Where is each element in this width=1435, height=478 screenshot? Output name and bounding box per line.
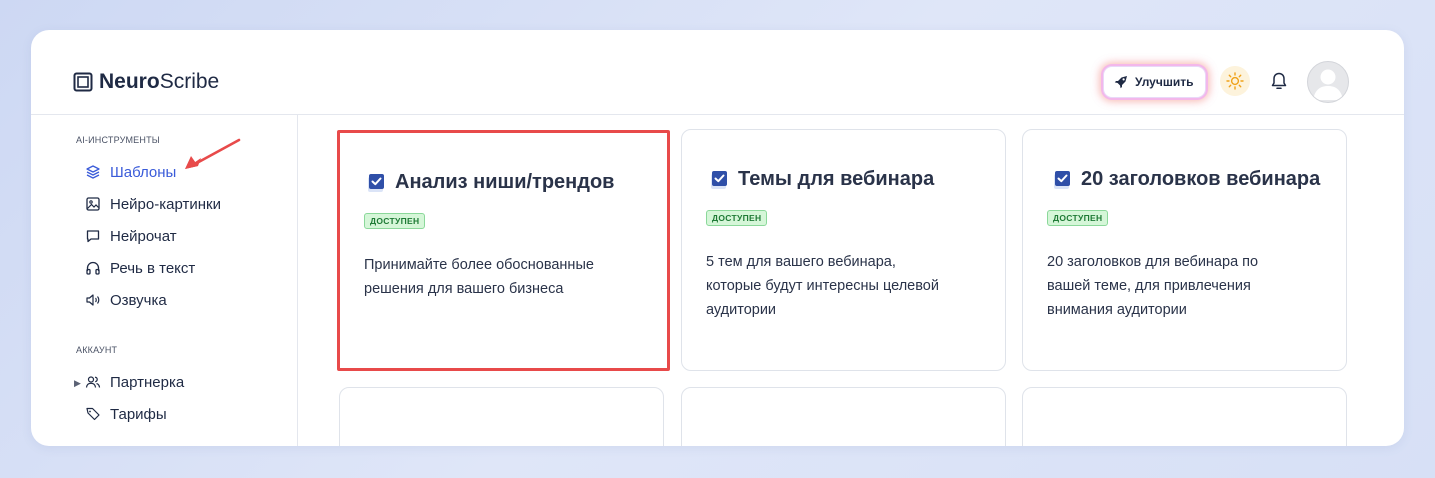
sidebar-item-tariffs[interactable]: Тарифы bbox=[85, 402, 167, 426]
card-title: Темы для вебинара bbox=[710, 168, 934, 191]
card-title-text: Темы для вебинара bbox=[738, 168, 935, 190]
card-title: Анализ ниши/трендов bbox=[367, 171, 614, 194]
tag-icon bbox=[86, 407, 100, 421]
rocket-icon bbox=[1114, 76, 1127, 89]
sidebar-item-label: Нейрочат bbox=[110, 227, 177, 245]
chat-icon bbox=[86, 230, 100, 243]
avatar-placeholder-icon bbox=[1313, 69, 1343, 100]
bell-icon bbox=[1271, 72, 1287, 89]
template-card-partial[interactable] bbox=[1022, 387, 1347, 446]
theme-toggle-button[interactable] bbox=[1220, 66, 1250, 96]
headphones-icon bbox=[86, 261, 100, 275]
image-icon bbox=[86, 197, 100, 211]
upgrade-button[interactable]: Улучшить bbox=[1103, 66, 1207, 98]
annotation-arrow-icon bbox=[185, 138, 241, 169]
sidebar-section-title-account: АККАУНТ bbox=[76, 345, 118, 355]
template-card-webinar-headlines[interactable]: 20 заголовков вебинара ДОСТУПЕН 20 загол… bbox=[1022, 129, 1347, 371]
upgrade-label: Улучшить bbox=[1135, 75, 1194, 89]
card-description-line: Принимайте более обоснованные bbox=[364, 257, 594, 273]
users-icon bbox=[85, 376, 101, 388]
card-description: Принимайте более обоснованные решения дл… bbox=[364, 253, 639, 301]
sidebar-section-title-ai-tools: AI-ИНСТРУМЕНТЫ bbox=[76, 135, 160, 145]
template-card-niche-analysis[interactable]: Анализ ниши/трендов ДОСТУПЕН Принимайте … bbox=[337, 130, 670, 371]
sidebar-item-label: Нейро-картинки bbox=[110, 195, 221, 213]
card-description-line: 20 заголовков для вебинара по bbox=[1047, 254, 1259, 270]
sidebar-item-label: Озвучка bbox=[110, 291, 167, 309]
card-description-line: вашей теме, для привлечения bbox=[1047, 278, 1251, 294]
logo-icon bbox=[73, 72, 93, 92]
layers-icon bbox=[86, 165, 100, 179]
template-card-partial[interactable] bbox=[681, 387, 1006, 446]
sidebar-item-label: Речь в текст bbox=[110, 259, 196, 277]
status-badge: ДОСТУПЕН bbox=[364, 213, 426, 229]
card-description-line: решения для вашего бизнеса bbox=[364, 281, 564, 297]
sidebar-item-templates[interactable]: Шаблоны bbox=[85, 160, 176, 184]
brand-logo[interactable]: Neuro Scribe bbox=[73, 70, 219, 94]
sidebar-item-neurochat[interactable]: Нейрочат bbox=[85, 224, 177, 248]
checkbox-icon bbox=[368, 173, 384, 192]
checkbox-icon bbox=[711, 170, 727, 189]
notifications-button[interactable] bbox=[1266, 68, 1292, 94]
card-description-line: 5 тем для вашего вебинара, bbox=[706, 254, 896, 270]
brand-name-bold: Neuro bbox=[99, 70, 160, 93]
expand-caret-icon[interactable]: ▶ bbox=[74, 378, 81, 389]
sidebar-item-neuro-images[interactable]: Нейро-картинки bbox=[85, 192, 221, 216]
card-title: 20 заголовков вебинара bbox=[1053, 168, 1320, 191]
top-bar: Neuro Scribe Улучшить bbox=[31, 30, 1404, 115]
card-title-text: Анализ ниши/трендов bbox=[395, 171, 615, 193]
card-description-line: внимания аудитории bbox=[1047, 302, 1187, 318]
user-avatar[interactable] bbox=[1307, 61, 1349, 103]
sun-icon bbox=[1226, 72, 1244, 90]
brand-name-light: Scribe bbox=[159, 70, 220, 93]
status-badge: ДОСТУПЕН bbox=[706, 210, 768, 226]
app-window: Neuro Scribe Улучшить AI-ИНСТРУМЕНТЫ Шаб… bbox=[31, 30, 1404, 446]
card-description: 20 заголовков для вебинара по вашей теме… bbox=[1047, 250, 1322, 322]
template-card-webinar-topics[interactable]: Темы для вебинара ДОСТУПЕН 5 тем для ваш… bbox=[681, 129, 1006, 371]
speaker-icon bbox=[86, 294, 100, 306]
card-title-text: 20 заголовков вебинара bbox=[1081, 168, 1321, 190]
sidebar-item-voiceover[interactable]: Озвучка bbox=[85, 288, 167, 312]
card-description-line: которые будут интересны целевой bbox=[706, 278, 939, 294]
status-badge: ДОСТУПЕН bbox=[1047, 210, 1109, 226]
sidebar-item-speech-to-text[interactable]: Речь в текст bbox=[85, 256, 195, 280]
sidebar-item-label: Шаблоны bbox=[110, 163, 177, 181]
sidebar-item-label: Партнерка bbox=[110, 373, 185, 391]
sidebar: AI-ИНСТРУМЕНТЫ Шаблоны Нейро-картинки Не… bbox=[31, 115, 298, 446]
card-description: 5 тем для вашего вебинара, которые будут… bbox=[706, 250, 981, 322]
checkbox-icon bbox=[1054, 170, 1070, 189]
card-description-line: аудитории bbox=[706, 302, 777, 318]
sidebar-item-label: Тарифы bbox=[110, 405, 167, 423]
sidebar-item-partners[interactable]: Партнерка bbox=[85, 370, 184, 394]
template-card-partial[interactable] bbox=[339, 387, 664, 446]
